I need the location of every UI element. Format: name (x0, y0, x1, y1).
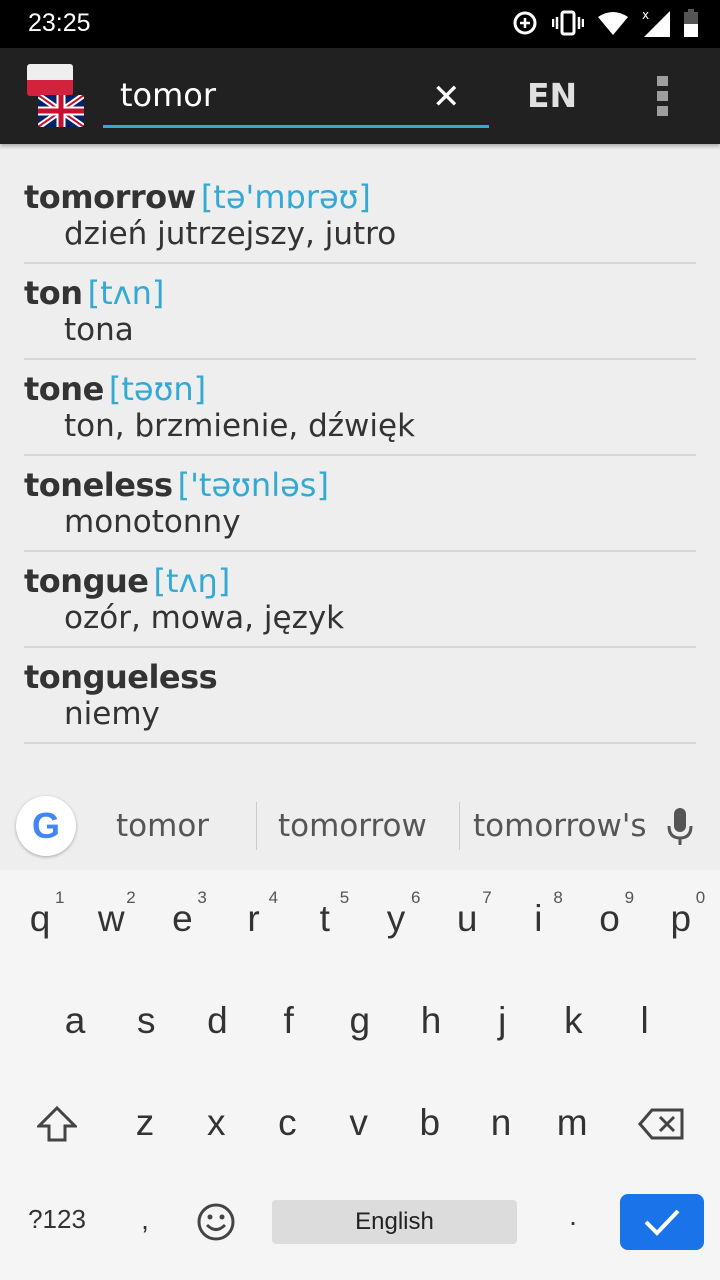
key-c[interactable]: c (252, 1102, 322, 1144)
polish-flag-icon (27, 64, 73, 96)
enter-button[interactable] (620, 1194, 704, 1250)
entry-word: tongueless (24, 658, 218, 696)
comma-key[interactable]: , (110, 1204, 180, 1236)
clear-icon[interactable]: ✕ (432, 80, 461, 114)
key-f[interactable]: f (254, 1000, 324, 1042)
emoji-icon[interactable] (196, 1202, 236, 1242)
entry-translation: ton, brzmienie, dźwięk (64, 408, 416, 444)
keyboard: G tomor tomorrow tomorrow's q1w2e3r4t5y6… (0, 780, 720, 1280)
key-r[interactable]: r (219, 898, 289, 940)
entry-word: tone (24, 370, 104, 408)
microphone-icon[interactable] (667, 808, 693, 846)
entry-phonetic: [tə'mɒrəʊ] (200, 178, 371, 216)
key-z[interactable]: z (110, 1102, 180, 1144)
list-item[interactable]: tongue [tʌŋ] ozór, mowa, język (24, 552, 696, 648)
key-hint: 0 (695, 888, 706, 907)
key-w[interactable]: w (76, 898, 146, 940)
checkmark-icon (644, 1209, 680, 1236)
period-key[interactable]: . (538, 1200, 608, 1232)
entry-word: tomorrow (24, 178, 196, 216)
suggestion[interactable]: tomorrow (278, 808, 427, 844)
entry-translation: niemy (64, 696, 160, 732)
entry-phonetic: [tʌn] (87, 274, 165, 312)
list-item[interactable]: tongueless niemy (24, 648, 696, 744)
key-t[interactable]: t (290, 898, 360, 940)
language-direction-button[interactable] (27, 64, 87, 128)
entry-translation: monotonny (64, 504, 241, 540)
key-hint: 9 (624, 888, 635, 907)
entry-word: toneless (24, 466, 173, 504)
google-icon[interactable]: G (16, 796, 76, 856)
symbols-key[interactable]: ?123 (22, 1204, 92, 1235)
key-h[interactable]: h (396, 1000, 466, 1042)
entry-word: tongue (24, 562, 149, 600)
wifi-icon (598, 12, 628, 35)
results-list: tomorrow [tə'mɒrəʊ] dzień jutrzejszy, jut… (24, 168, 696, 744)
key-p[interactable]: p (646, 898, 716, 940)
battery-icon (684, 9, 698, 37)
list-item[interactable]: ton [tʌn] tona (24, 264, 696, 360)
key-k[interactable]: k (538, 1000, 608, 1042)
key-o[interactable]: o (575, 898, 645, 940)
key-y[interactable]: y (361, 898, 431, 940)
language-button[interactable]: EN (527, 76, 577, 115)
shift-icon[interactable] (37, 1106, 77, 1142)
entry-word: ton (24, 274, 83, 312)
suggestion-bar: G tomor tomorrow tomorrow's (0, 780, 720, 870)
entry-translation: dzień jutrzejszy, jutro (64, 216, 397, 252)
list-item[interactable]: tone [təʊn] ton, brzmienie, dźwięk (24, 360, 696, 456)
key-g[interactable]: g (325, 1000, 395, 1042)
key-hint: 7 (482, 888, 492, 907)
uk-flag-icon (38, 95, 84, 127)
key-x[interactable]: x (181, 1102, 251, 1144)
key-j[interactable]: j (467, 1000, 537, 1042)
signal-icon: x (642, 9, 670, 37)
backspace-icon[interactable] (638, 1108, 684, 1140)
entry-phonetic: ['təʊnləs] (177, 466, 329, 504)
key-q[interactable]: q (5, 898, 75, 940)
vibrate-icon (552, 10, 584, 36)
key-s[interactable]: s (111, 1000, 181, 1042)
list-item[interactable]: tomorrow [tə'mɒrəʊ] dzień jutrzejszy, jut… (24, 168, 696, 264)
key-b[interactable]: b (395, 1102, 465, 1144)
key-hint: 8 (553, 888, 563, 907)
clock: 23:25 (28, 9, 91, 37)
key-n[interactable]: n (466, 1102, 536, 1144)
key-hint: 6 (411, 888, 421, 907)
key-v[interactable]: v (324, 1102, 394, 1144)
key-hint: 3 (197, 888, 207, 907)
key-a[interactable]: a (40, 1000, 110, 1042)
key-e[interactable]: e (147, 898, 217, 940)
key-hint: 5 (339, 888, 350, 907)
key-hint: 2 (126, 888, 136, 907)
status-bar: 23:25 x (0, 0, 720, 48)
key-i[interactable]: i (503, 898, 573, 940)
overflow-menu-icon[interactable] (657, 76, 669, 121)
entry-translation: ozór, mowa, język (64, 600, 345, 636)
key-hint: 4 (268, 888, 279, 907)
suggestion[interactable]: tomor (116, 808, 209, 844)
data-saver-icon (513, 11, 537, 35)
entry-phonetic: [tʌŋ] (153, 562, 231, 600)
key-u[interactable]: u (432, 898, 502, 940)
entry-phonetic: [təʊn] (108, 370, 207, 408)
search-input[interactable] (120, 76, 420, 114)
svg-text:x: x (642, 9, 649, 22)
key-hint: 1 (55, 888, 65, 907)
entry-translation: tona (64, 312, 134, 348)
app-toolbar: ✕ EN (0, 48, 720, 144)
key-d[interactable]: d (182, 1000, 252, 1042)
key-l[interactable]: l (610, 1000, 680, 1042)
key-m[interactable]: m (537, 1102, 607, 1144)
suggestion[interactable]: tomorrow's (473, 808, 647, 844)
space-bar[interactable]: English (272, 1200, 517, 1244)
list-item[interactable]: toneless ['təʊnləs] monotonny (24, 456, 696, 552)
